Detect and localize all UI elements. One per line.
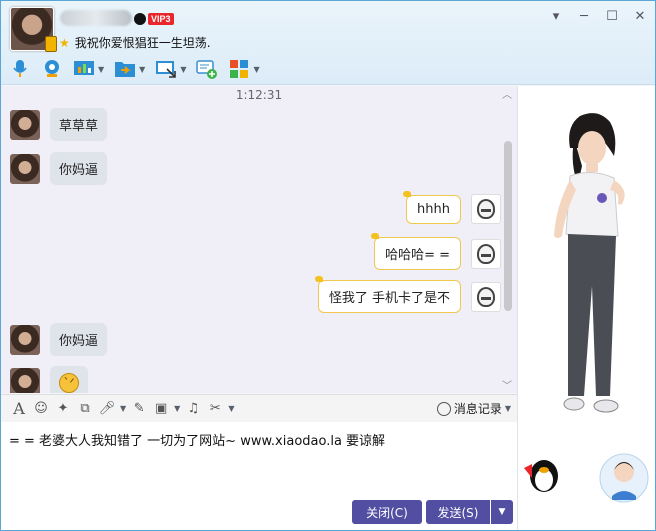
- close-chat-button[interactable]: 关闭(C): [352, 500, 422, 524]
- contact-nickname-redacted[interactable]: [60, 10, 132, 26]
- qq-show-avatar-figure[interactable]: [518, 86, 656, 530]
- message-bubble: 怪我了 手机卡了是不: [314, 276, 461, 313]
- angry-face-emoji-icon: `ᐟ: [59, 373, 79, 393]
- microphone-icon: [9, 58, 31, 80]
- voice-message-icon[interactable]: 🎤︎: [98, 400, 116, 418]
- message-row: 你妈逼: [10, 323, 108, 356]
- message-input[interactable]: = = 老婆大人我知错了 一切为了网站~ www.xiaodao.la 要谅解: [1, 422, 517, 496]
- message-bubble: 哈哈哈= =: [371, 233, 461, 270]
- message-list[interactable]: 1:12:31 ︿ 草草草 你妈逼 hhhh 哈哈哈= = 怪我了 手机卡了是不…: [1, 86, 517, 393]
- star-icon: ★: [59, 35, 70, 50]
- screen-share-icon: [155, 58, 177, 80]
- message-bubble: `ᐟ: [50, 366, 88, 393]
- remote-desktop-icon: [73, 58, 95, 80]
- create-discussion-button[interactable]: [196, 56, 218, 82]
- chevron-down-icon[interactable]: ▼: [228, 404, 234, 413]
- contact-avatar-small[interactable]: [10, 109, 40, 140]
- remote-desktop-button[interactable]: ▼: [73, 56, 104, 82]
- file-transfer-button[interactable]: ▼: [114, 56, 145, 82]
- video-call-button[interactable]: [41, 56, 63, 82]
- message-row: hhhh: [403, 190, 501, 224]
- my-avatar[interactable]: [471, 281, 501, 312]
- image-icon[interactable]: ▣: [152, 400, 170, 418]
- voice-call-button[interactable]: [9, 56, 31, 82]
- scissors-icon[interactable]: ✂: [206, 400, 224, 418]
- message-bubble: 草草草: [50, 108, 108, 141]
- contact-avatar-small[interactable]: [10, 153, 40, 184]
- message-row: 草草草: [10, 108, 108, 141]
- create-discussion-icon: [196, 58, 218, 80]
- message-row: 哈哈哈= =: [371, 233, 501, 270]
- chat-toolbar: ▼ ▼ ▼ ▼: [9, 56, 260, 82]
- send-button[interactable]: 发送(S): [426, 500, 490, 524]
- contact-avatar-small[interactable]: [10, 324, 40, 355]
- window-controls: ▾ ─ ☐ ✕: [549, 9, 647, 24]
- clock-icon: [436, 401, 451, 416]
- chat-window: VIP3 ★ 我祝你爱恨猖狂一生坦荡. ▾ ─ ☐ ✕ ▼ ▼ ▼ ▼ 1:12…: [0, 0, 656, 531]
- font-icon[interactable]: A: [10, 399, 28, 418]
- file-transfer-icon: [114, 58, 136, 80]
- mobile-online-icon: [45, 36, 57, 52]
- chevron-down-icon[interactable]: ▼: [139, 65, 145, 74]
- send-options-dropdown-icon[interactable]: ▼: [491, 500, 513, 524]
- my-avatar[interactable]: [471, 238, 501, 269]
- chevron-down-icon[interactable]: ▼: [180, 65, 186, 74]
- scroll-up-icon[interactable]: ︿: [502, 86, 512, 101]
- scroll-down-icon[interactable]: ﹀: [502, 377, 512, 392]
- minimize-button[interactable]: ─: [577, 9, 591, 24]
- qq-show-panel: [517, 86, 655, 530]
- message-row: 怪我了 手机卡了是不: [314, 276, 501, 313]
- chat-header: VIP3 ★ 我祝你爱恨猖狂一生坦荡. ▾ ─ ☐ ✕ ▼ ▼ ▼ ▼: [1, 1, 655, 85]
- robot-face-icon: [477, 243, 495, 264]
- message-bubble: 你妈逼: [50, 323, 108, 356]
- doodle-icon[interactable]: ✎: [130, 400, 148, 418]
- chevron-down-icon[interactable]: ▼: [174, 404, 180, 413]
- scrollbar-thumb[interactable]: [504, 141, 512, 311]
- music-icon[interactable]: ♫: [184, 400, 202, 418]
- settings-dropdown-icon[interactable]: ▾: [549, 9, 563, 24]
- shake-icon[interactable]: ✦: [54, 400, 72, 418]
- message-bubble: hhhh: [403, 190, 461, 224]
- chat-footer: 关闭(C) 发送(S) ▼: [1, 496, 517, 530]
- chevron-down-icon: ▼: [504, 404, 511, 413]
- contact-signature: 我祝你爱恨猖狂一生坦荡.: [74, 36, 211, 50]
- message-row: `ᐟ: [10, 366, 88, 393]
- my-avatar[interactable]: [471, 194, 501, 224]
- vip-badge[interactable]: VIP3: [134, 13, 174, 25]
- contact-avatar[interactable]: [10, 7, 57, 52]
- robot-face-icon: [477, 199, 495, 219]
- chevron-down-icon[interactable]: ▼: [253, 65, 259, 74]
- robot-face-icon: [477, 286, 495, 307]
- apps-button[interactable]: ▼: [228, 56, 260, 82]
- contact-avatar-small[interactable]: [10, 368, 40, 393]
- message-row: 你妈逼: [10, 152, 108, 185]
- qq-penguin-icon: [134, 13, 146, 25]
- close-window-button[interactable]: ✕: [633, 9, 647, 24]
- input-toolbar: A ☺ ✦ ⧉ 🎤︎ ▼ ✎ ▣ ▼ ♫ ✂ ▼ 消息记录 ▼: [1, 394, 517, 422]
- emoji-icon[interactable]: ☺: [32, 400, 50, 418]
- screen-share-button[interactable]: ▼: [155, 56, 186, 82]
- apps-grid-icon: [228, 58, 250, 80]
- vip-level-label: VIP3: [148, 13, 174, 25]
- maximize-button[interactable]: ☐: [605, 9, 619, 24]
- chevron-down-icon[interactable]: ▼: [98, 65, 104, 74]
- message-history-button[interactable]: 消息记录 ▼: [436, 400, 511, 417]
- screenshot-icon[interactable]: ⧉: [76, 400, 94, 418]
- message-timestamp: 1:12:31: [235, 88, 283, 102]
- message-bubble: 你妈逼: [50, 152, 108, 185]
- chevron-down-icon[interactable]: ▼: [120, 404, 126, 413]
- contact-signature-line: ★ 我祝你爱恨猖狂一生坦荡.: [59, 34, 211, 51]
- message-history-label: 消息记录: [453, 402, 502, 416]
- video-camera-icon: [41, 58, 63, 80]
